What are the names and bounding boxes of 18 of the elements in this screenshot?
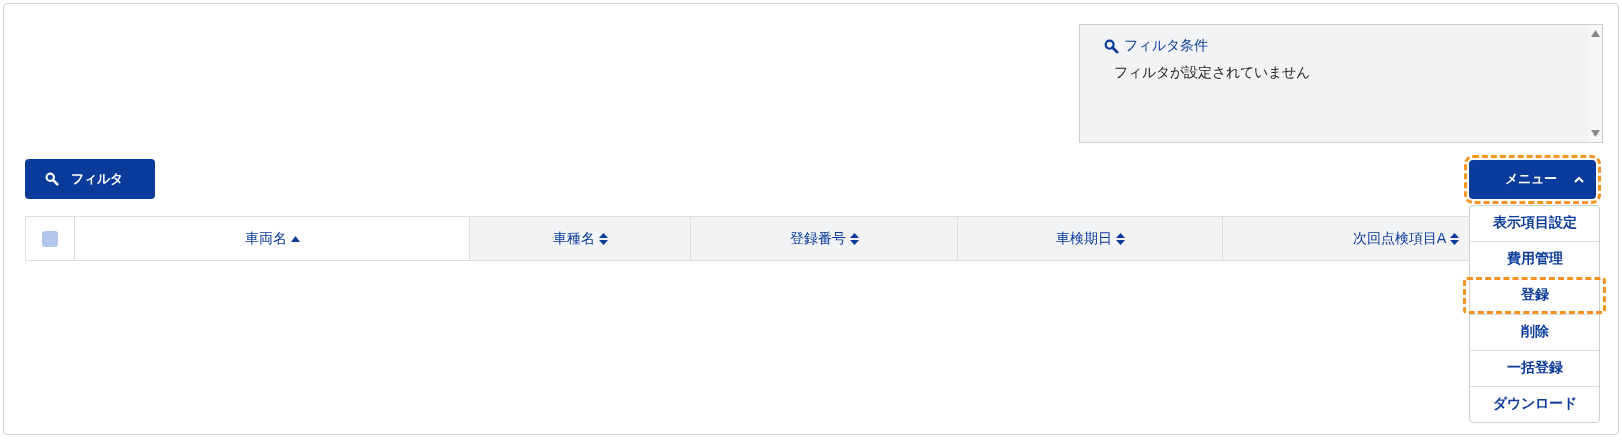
select-all-checkbox[interactable] (42, 230, 58, 247)
column-header[interactable]: 登録番号 (690, 217, 957, 260)
column-header[interactable]: 車検期日 (957, 217, 1222, 260)
filter-status-text: フィルタが設定されていません (1114, 64, 1311, 82)
menu-item[interactable]: ダウンロード (1470, 385, 1599, 422)
filter-panel-title: フィルタ条件 (1124, 37, 1208, 55)
search-icon (1104, 38, 1119, 54)
scroll-down-icon[interactable] (1590, 130, 1600, 137)
filter-button[interactable]: フィルタ (25, 159, 155, 199)
search-icon (45, 172, 59, 186)
scrollbar[interactable] (1588, 25, 1602, 142)
column-header[interactable]: 車種名 (469, 217, 690, 260)
menu-item[interactable]: 費用管理 (1470, 240, 1599, 277)
caret-icon (1574, 175, 1584, 183)
scroll-up-icon[interactable] (1590, 30, 1600, 37)
menu-item[interactable]: 登録 (1463, 276, 1606, 314)
menu-item[interactable]: 削除 (1470, 313, 1599, 350)
menu-item[interactable]: 一括登録 (1470, 349, 1599, 386)
